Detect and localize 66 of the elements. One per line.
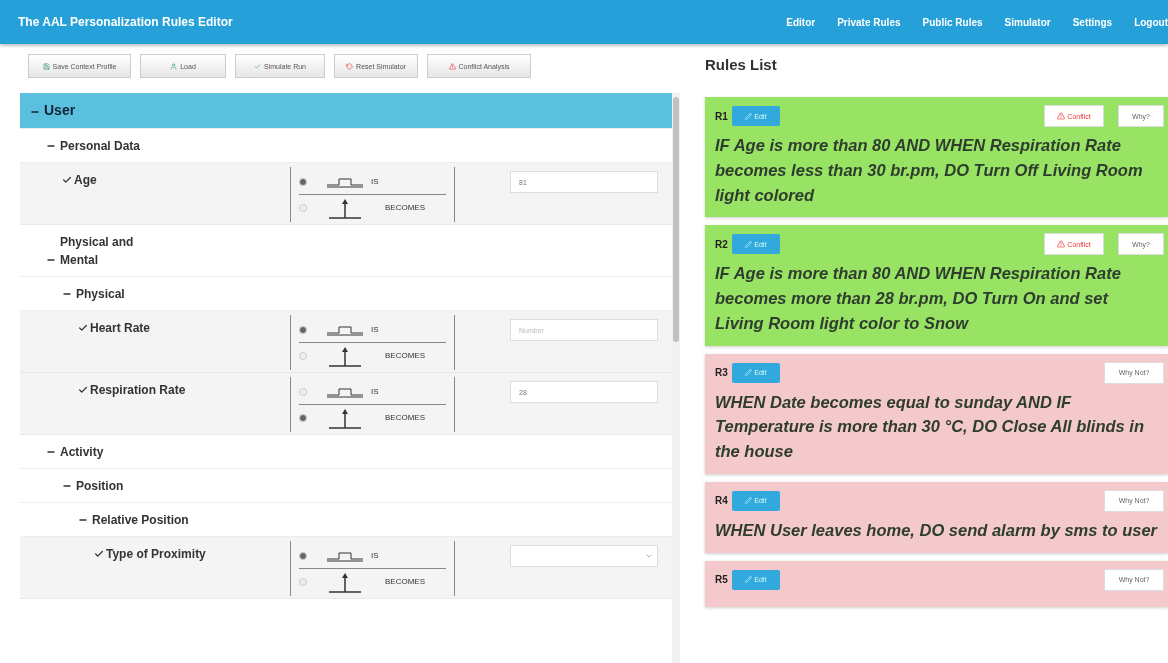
operator-label: BECOMES	[385, 577, 425, 586]
app-title: The AAL Personalization Rules Editor	[18, 15, 234, 29]
rule-id: R5	[715, 574, 728, 585]
check-icon	[62, 175, 72, 185]
value-dropdown[interactable]	[510, 545, 658, 567]
operator-label: BECOMES	[385, 351, 425, 360]
group-label: Activity	[60, 444, 104, 461]
tree-group-row[interactable]: User	[20, 93, 672, 129]
rule-statement: IF Age is more than 80 AND WHEN Respiration Rate becomes more than 28 br.pm, DO Turn On and set Living Room light color to Snow	[715, 263, 1122, 334]
check-icon	[78, 385, 88, 395]
radio-button[interactable]	[299, 387, 307, 396]
rule-id: R1	[715, 110, 728, 122]
warning-icon	[1057, 112, 1066, 120]
warning-icon	[1057, 240, 1066, 249]
operator-label: BECOMES	[385, 413, 425, 422]
radio-button[interactable]	[299, 551, 307, 560]
operator-selector[interactable]: IS BECOMES	[290, 167, 455, 222]
rule-id: R2	[715, 238, 728, 250]
pencil-icon	[745, 576, 753, 583]
warning-icon	[448, 62, 456, 70]
group-label: Position	[76, 478, 124, 495]
operator-label: IS	[371, 325, 379, 334]
operator-selector[interactable]: IS BECOMES	[290, 377, 455, 432]
pencil-icon	[745, 112, 753, 120]
pulse-step-icon	[325, 175, 365, 188]
operator-label: IS	[371, 551, 379, 560]
group-label: Personal Data	[60, 138, 141, 155]
radio-button[interactable]	[299, 325, 307, 334]
radio-button[interactable]	[299, 577, 307, 586]
variable-label: Respiration Rate	[78, 377, 290, 397]
user-icon	[170, 62, 178, 70]
radio-button[interactable]	[299, 203, 307, 212]
check-icon	[94, 549, 104, 559]
save-icon	[42, 62, 50, 70]
radio-button[interactable]	[299, 177, 307, 186]
rules-list-title: Rules List	[705, 56, 778, 73]
group-label: Relative Position	[92, 512, 189, 529]
check-icon	[254, 62, 261, 70]
rule-id: R4	[715, 495, 728, 507]
pencil-icon	[745, 369, 753, 376]
radio-button[interactable]	[299, 351, 307, 360]
operator-label: BECOMES	[385, 203, 425, 212]
radio-button[interactable]	[299, 413, 307, 422]
check-icon	[78, 323, 88, 333]
pulse-step-icon	[325, 385, 365, 398]
scrollbar[interactable]	[672, 93, 680, 663]
pulse-step-icon	[325, 549, 365, 562]
pencil-icon	[745, 240, 753, 248]
pencil-icon	[745, 497, 753, 505]
operator-label: IS	[371, 387, 379, 396]
operator-selector[interactable]: IS BECOMES	[290, 315, 455, 370]
variable-label: Type of Proximity	[94, 541, 290, 561]
operator-label: IS	[371, 177, 379, 186]
variable-label: Age	[62, 167, 290, 187]
rule-statement: IF Age is more than 80 AND WHEN Respiration Rate becomes less than 30 br.pm, DO Turn Off Living Room light colored	[715, 135, 1144, 206]
reset-icon	[346, 62, 354, 70]
rule-statement: WHEN Date becomes equal to sunday AND IF Temperature is more than 30 °C, DO Close All blinds in the house	[715, 391, 1145, 462]
rule-statement: WHEN User leaves home, DO send alarm by sms to user	[715, 519, 1159, 541]
rule-id: R3	[715, 367, 728, 378]
group-label: Physical	[76, 286, 125, 303]
pulse-step-icon	[325, 323, 365, 336]
group-label: User	[44, 101, 76, 120]
caret-icon	[645, 552, 653, 560]
variable-label: Heart Rate	[78, 315, 290, 335]
group-label: Physical and Mental	[60, 234, 135, 269]
operator-selector[interactable]: IS BECOMES	[290, 541, 455, 596]
